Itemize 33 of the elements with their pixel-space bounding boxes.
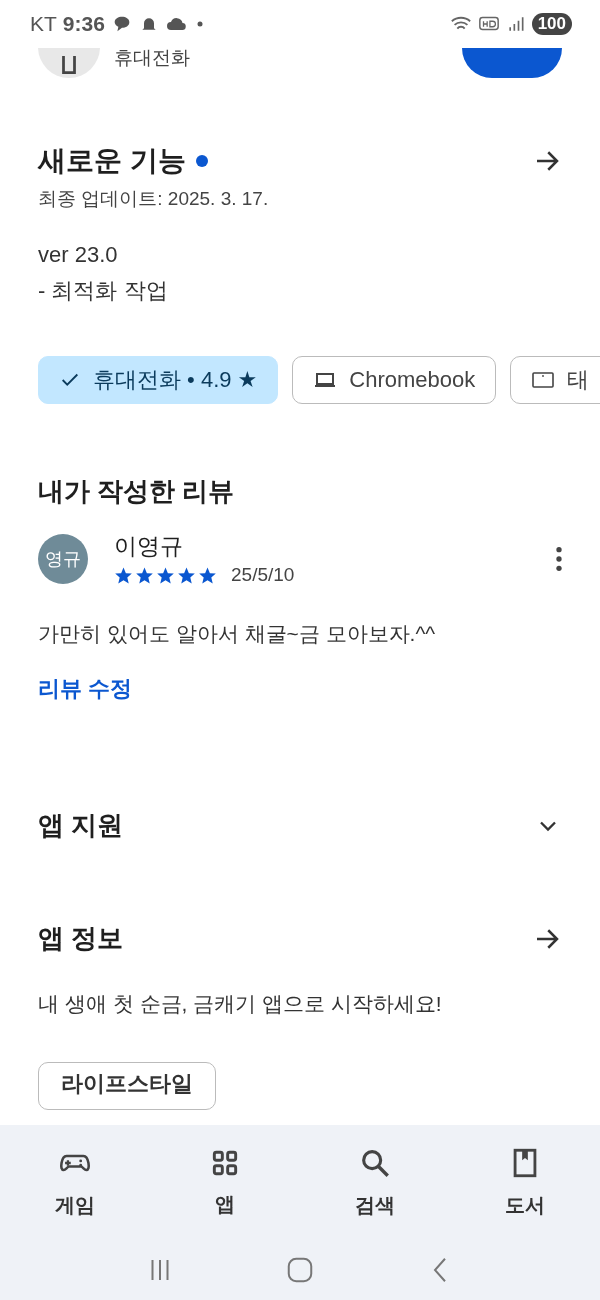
nav-item[interactable]: 게임 [0,1125,150,1240]
star-icon [177,565,196,585]
new-dot-icon [195,155,208,167]
section-title: 내가 작성한 리뷰 [38,475,236,508]
avatar: 영규 [38,533,88,584]
update-date: 최종 업데이트: 2025. 3. 17. [38,187,270,211]
nav-item[interactable]: 검색 [300,1125,450,1240]
section-title: 앱 정보 [38,922,124,955]
clock: 9:36 [62,12,105,36]
release-note: ver 23.0 [38,242,119,268]
star-icon [114,565,133,585]
carrier: KT [30,12,57,36]
star-icon [135,565,154,585]
section-title: 앱 지원 [38,809,124,842]
nav-item[interactable]: 앱 [150,1125,300,1240]
app-description: 내 생애 첫 순금, 금캐기 앱으로 시작하세요! [38,991,443,1017]
section-title: 새로운 기능 [38,144,186,178]
device-chip[interactable]: 휴대전화 • 4.9 ★ [38,356,279,404]
category-tag[interactable]: 라이프스타일 [38,1062,216,1110]
device-chip[interactable]: 태 [510,356,600,404]
release-note: - 최적화 작업 [38,277,169,305]
review-date: 25/5/10 [231,564,295,586]
edit-review-link[interactable]: 리뷰 수정 [38,674,133,704]
device-chip[interactable]: Chromebook [292,356,497,404]
reviewer-name: 이영규 [114,532,184,561]
star-icon [198,565,217,585]
battery-level: 100 [531,13,572,35]
device-label: 휴대전화 [114,48,190,70]
review-text: 가만히 있어도 알아서 채굴~금 모아보자.^^ [38,621,437,647]
home-icon [285,1255,315,1285]
more-icon[interactable] [556,546,562,571]
star-icon [156,565,175,585]
nav-item[interactable]: 도서 [450,1125,600,1240]
